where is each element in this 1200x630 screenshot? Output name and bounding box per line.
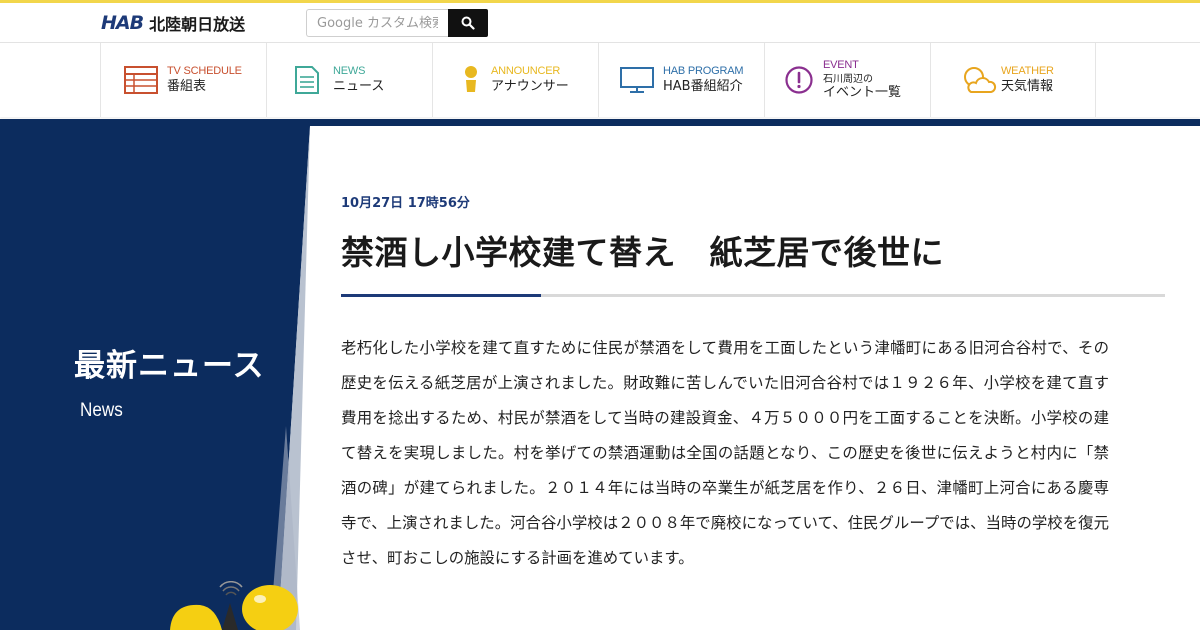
nav-label-ja: 番組表 bbox=[167, 78, 207, 94]
logo-name: 北陸朝日放送 bbox=[149, 15, 246, 34]
sidebar-subtitle: News bbox=[80, 400, 123, 421]
nav-label-ja-small: 石川周辺の bbox=[823, 73, 873, 85]
nav-label-en: WEATHER bbox=[1001, 65, 1054, 78]
nav-label-en: ANNOUNCER bbox=[491, 65, 561, 78]
article-title: 禁酒し小学校建て替え 紙芝居で後世に bbox=[341, 233, 944, 272]
site-header: HAB 北陸朝日放送 bbox=[0, 3, 1200, 42]
nav-item-announcer[interactable]: ANNOUNCER アナウンサー bbox=[432, 43, 598, 117]
search-button[interactable] bbox=[448, 9, 488, 37]
logo-mark: HAB bbox=[101, 12, 144, 34]
article-body: 老朽化した小学校を建て直すために住民が禁酒をして費用を工面したという津幡町にある… bbox=[341, 339, 1109, 567]
sidebar-title: 最新ニュース bbox=[74, 348, 265, 384]
nav-label-ja: HAB番組紹介 bbox=[663, 78, 743, 94]
section-divider-bar bbox=[0, 119, 1200, 126]
nav-label-en: NEWS bbox=[333, 65, 366, 78]
search-input[interactable] bbox=[306, 9, 448, 37]
nav-label-en: EVENT bbox=[823, 58, 859, 71]
nav-item-tv-schedule[interactable]: TV SCHEDULE 番組表 bbox=[100, 43, 266, 117]
nav-label-ja: ニュース bbox=[333, 78, 385, 94]
nav-label-en: HAB PROGRAM bbox=[663, 65, 744, 78]
article-date: 10月27日 17時56分 bbox=[341, 196, 470, 211]
nav-label-ja: アナウンサー bbox=[491, 78, 569, 94]
site-logo[interactable]: HAB 北陸朝日放送 bbox=[101, 11, 245, 35]
weather-icon bbox=[961, 62, 997, 98]
nav-label-ja: イベント一覧 bbox=[823, 85, 902, 101]
mascot-image bbox=[170, 581, 298, 630]
nav-item-weather[interactable]: WEATHER 天気情報 bbox=[930, 43, 1096, 117]
nav-item-event[interactable]: EVENT 石川周辺の イベント一覧 bbox=[764, 43, 930, 117]
exclamation-icon bbox=[781, 62, 817, 98]
tv-schedule-icon bbox=[123, 62, 159, 98]
monitor-icon bbox=[619, 62, 655, 98]
news-sidebar-banner: 最新ニュース News bbox=[0, 126, 320, 630]
nav-item-news[interactable]: NEWS ニュース bbox=[266, 43, 432, 117]
announcer-icon bbox=[459, 62, 483, 98]
search-icon bbox=[461, 16, 475, 30]
title-underline-accent bbox=[341, 294, 541, 297]
site-search bbox=[306, 9, 488, 37]
nav-label-ja: 天気情報 bbox=[1001, 78, 1054, 94]
news-icon bbox=[289, 62, 325, 98]
main-nav: TV SCHEDULE 番組表 NEWS ニュース ANNOUNCER アナウン… bbox=[0, 42, 1200, 117]
nav-label-en: TV SCHEDULE bbox=[167, 65, 242, 78]
nav-item-hab-program[interactable]: HAB PROGRAM HAB番組紹介 bbox=[598, 43, 764, 117]
